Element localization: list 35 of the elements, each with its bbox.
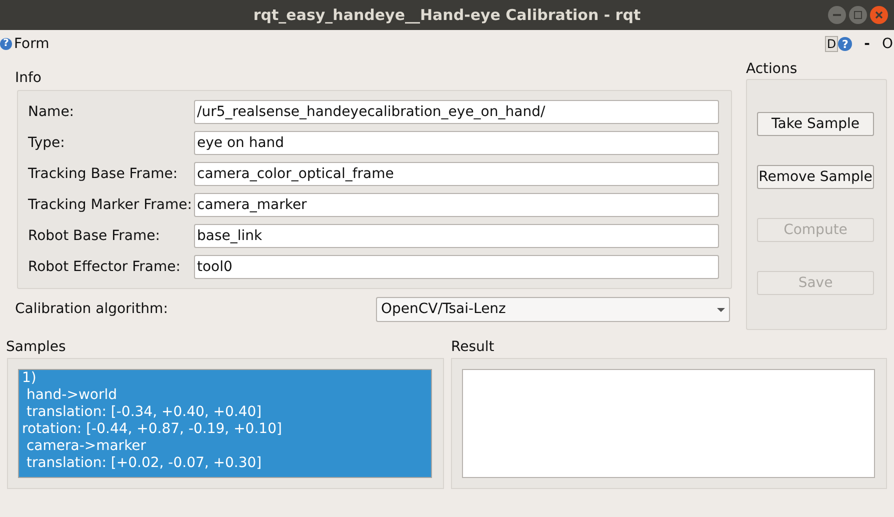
square-icon	[854, 11, 862, 19]
plugin-title: Form	[14, 34, 50, 54]
maximize-button[interactable]	[849, 6, 867, 24]
d-button[interactable]: D	[824, 36, 838, 52]
section-title: Result	[451, 338, 496, 357]
field-label: Type:	[28, 134, 66, 152]
help-icon[interactable]: ?	[838, 37, 852, 51]
section-title: Info	[15, 69, 42, 88]
close-button[interactable]: O	[882, 34, 893, 54]
field-label: Tracking Base Frame:	[28, 164, 179, 184]
field-label: Name:	[28, 102, 76, 122]
help-icon[interactable]: ?	[0, 38, 12, 50]
minus-icon	[833, 11, 841, 19]
action-button[interactable]: Remove Sample	[757, 165, 874, 189]
input-field[interactable]: /ur5_realsense_handeyecalibration_eye_on_hand/	[194, 100, 719, 124]
close-button[interactable]	[870, 6, 888, 24]
input-field[interactable]: base_link	[194, 224, 719, 248]
action-button[interactable]: Take Sample	[757, 112, 874, 136]
section-title: Samples	[6, 338, 67, 357]
field-label: Calibration algorithm:	[15, 300, 169, 319]
section-title: Actions	[746, 60, 798, 79]
field-label: Robot Effector Frame:	[28, 258, 182, 276]
close-icon	[875, 11, 883, 19]
input-field[interactable]: eye on hand	[194, 131, 719, 155]
input-field[interactable]: camera_color_optical_frame	[194, 162, 719, 186]
algorithm-dropdown[interactable]: OpenCV/Tsai-Lenz	[376, 297, 730, 322]
caret-icon	[717, 308, 725, 312]
window-title: rqt_easy_handeye__Hand-eye Calibration - rqt	[253, 4, 641, 26]
minimize-button[interactable]	[828, 6, 846, 24]
minimize-button[interactable]: -	[864, 34, 870, 54]
input-field[interactable]: tool0	[194, 255, 719, 279]
input-field[interactable]: camera_marker	[194, 193, 719, 217]
result-text-area[interactable]	[462, 369, 875, 478]
field-label: Tracking Marker Frame:	[28, 196, 193, 214]
field-label: Robot Base Frame:	[28, 226, 161, 246]
